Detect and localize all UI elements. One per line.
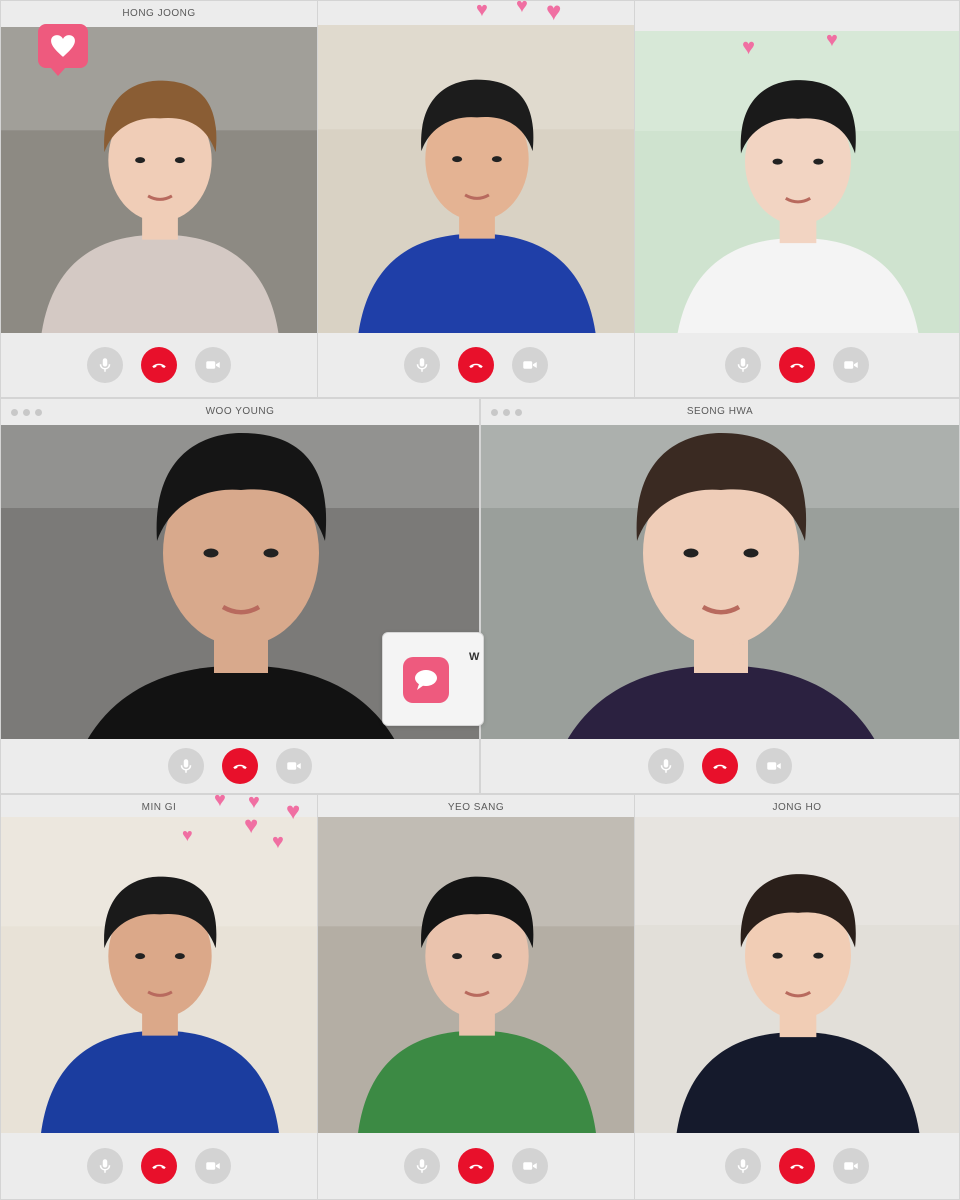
end-call-button[interactable] — [222, 748, 258, 784]
end-call-button[interactable] — [141, 1148, 177, 1184]
video-camera-icon — [521, 356, 539, 374]
end-call-icon — [467, 356, 485, 374]
video-camera-icon — [285, 757, 303, 775]
floating-heart-icon: ♥ — [546, 0, 562, 26]
call-controls — [635, 333, 959, 397]
call-controls — [318, 333, 634, 397]
microphone-icon — [734, 356, 752, 374]
call-window-2 — [317, 0, 635, 398]
end-call-button[interactable] — [141, 347, 177, 383]
call-controls — [1, 1133, 317, 1199]
mute-button[interactable] — [648, 748, 684, 784]
caller-name: YEO SANG — [447, 802, 505, 813]
end-call-icon — [788, 356, 806, 374]
mute-button[interactable] — [404, 347, 440, 383]
mute-button[interactable] — [168, 748, 204, 784]
floating-heart-icon: ♥ — [742, 34, 756, 59]
call-window-woo-young: WOO YOUNG — [0, 398, 480, 794]
end-call-icon — [231, 757, 249, 775]
video-feed — [318, 817, 634, 1135]
microphone-icon — [96, 1157, 114, 1175]
microphone-icon — [96, 356, 114, 374]
video-feed — [1, 817, 317, 1135]
floating-heart-icon: ♥ — [214, 789, 226, 811]
mute-button[interactable] — [87, 347, 123, 383]
video-camera-icon — [765, 757, 783, 775]
video-feed — [635, 31, 959, 333]
video-toggle-button[interactable] — [512, 1148, 548, 1184]
video-feed — [1, 27, 317, 333]
video-camera-icon — [842, 1157, 860, 1175]
mute-button[interactable] — [404, 1148, 440, 1184]
call-controls — [1, 333, 317, 397]
caller-name: SEONG HWA — [686, 406, 754, 417]
video-toggle-button[interactable] — [276, 748, 312, 784]
call-controls — [318, 1133, 634, 1199]
floating-heart-icon: ♥ — [476, 0, 488, 21]
video-toggle-button[interactable] — [833, 347, 869, 383]
end-call-icon — [467, 1157, 485, 1175]
message-icon — [415, 670, 437, 690]
microphone-icon — [413, 356, 431, 374]
floating-heart-icon: ♥ — [272, 831, 284, 853]
end-call-button[interactable] — [702, 748, 738, 784]
call-window-3 — [634, 0, 960, 398]
mute-button[interactable] — [725, 347, 761, 383]
caller-name: WOO YOUNG — [205, 406, 275, 417]
end-call-icon — [150, 356, 168, 374]
video-feed — [318, 25, 634, 333]
caller-name: JONG HO — [772, 802, 822, 813]
video-toggle-button[interactable] — [195, 1148, 231, 1184]
floating-heart-icon: ♥ — [182, 825, 193, 845]
video-camera-icon — [521, 1157, 539, 1175]
end-call-button[interactable] — [779, 347, 815, 383]
video-feed — [635, 817, 959, 1135]
end-call-button[interactable] — [458, 1148, 494, 1184]
floating-heart-icon: ♥ — [248, 791, 260, 813]
message-button[interactable] — [403, 657, 449, 703]
caller-name: MIN GI — [141, 802, 177, 813]
heart-icon — [51, 35, 75, 57]
video-toggle-button[interactable] — [756, 748, 792, 784]
mute-button[interactable] — [87, 1148, 123, 1184]
end-call-icon — [788, 1157, 806, 1175]
call-window-min-gi: MIN GI — [0, 794, 318, 1200]
video-toggle-button[interactable] — [512, 347, 548, 383]
video-toggle-button[interactable] — [833, 1148, 869, 1184]
floating-heart-icon: ♥ — [244, 812, 259, 839]
message-preview-text: W — [469, 651, 480, 663]
heart-reaction-badge[interactable] — [38, 24, 88, 76]
video-camera-icon — [204, 356, 222, 374]
call-window-seong-hwa: SEONG HWA — [480, 398, 960, 794]
video-camera-icon — [204, 1157, 222, 1175]
end-call-button[interactable] — [458, 347, 494, 383]
call-controls — [481, 739, 959, 793]
microphone-icon — [734, 1157, 752, 1175]
window-titlebar[interactable]: SEONG HWA — [481, 399, 959, 426]
end-call-button[interactable] — [779, 1148, 815, 1184]
end-call-icon — [150, 1157, 168, 1175]
mute-button[interactable] — [725, 1148, 761, 1184]
call-controls — [1, 739, 479, 793]
microphone-icon — [657, 757, 675, 775]
microphone-icon — [413, 1157, 431, 1175]
microphone-icon — [177, 757, 195, 775]
message-notification-popup[interactable]: W — [382, 632, 484, 726]
end-call-icon — [711, 757, 729, 775]
video-camera-icon — [842, 356, 860, 374]
window-titlebar[interactable]: WOO YOUNG — [1, 399, 479, 426]
caller-name: HONG JOONG — [122, 8, 196, 19]
video-toggle-button[interactable] — [195, 347, 231, 383]
floating-heart-icon: ♥ — [516, 0, 528, 17]
call-window-jong-ho: JONG HO — [634, 794, 960, 1200]
floating-heart-icon: ♥ — [286, 798, 301, 825]
floating-heart-icon: ♥ — [826, 29, 838, 51]
call-controls — [635, 1133, 959, 1199]
call-window-yeo-sang: YEO SANG — [317, 794, 635, 1200]
video-feed — [481, 425, 959, 741]
